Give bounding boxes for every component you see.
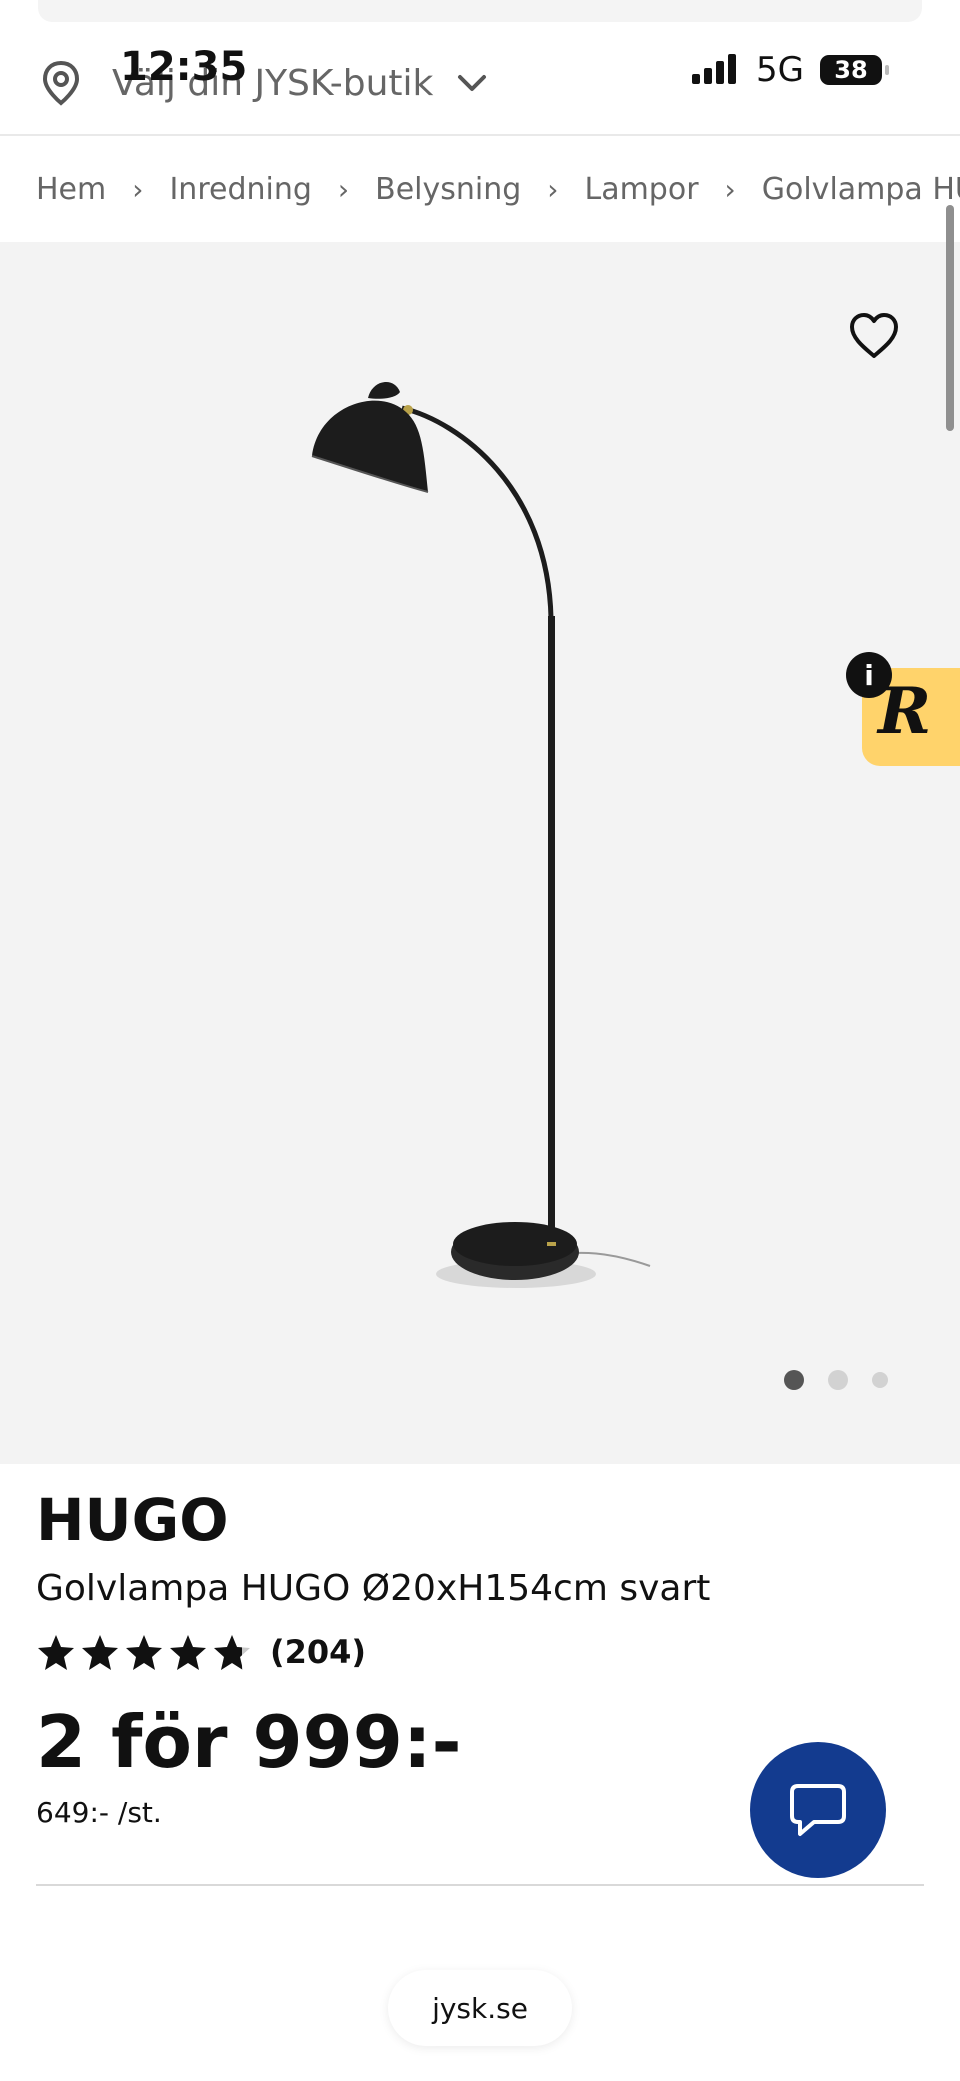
search-bar-edge[interactable] [38,0,922,22]
top-bar: Välj din JYSK-butik 12:35 5G 38 [0,0,960,136]
breadcrumb-belysning[interactable]: Belysning [375,172,521,207]
status-indicators: 5G 38 [690,50,889,90]
signal-icon [692,54,737,84]
breadcrumb-lampor[interactable]: Lampor [584,172,698,207]
breadcrumb-separator-icon: › [724,172,736,206]
gallery-dot[interactable] [872,1372,888,1388]
network-type: 5G [756,50,804,90]
product-image[interactable] [290,376,670,1326]
gallery-pagination [784,1370,888,1390]
info-icon[interactable]: i [846,652,892,698]
scrollbar[interactable] [946,205,954,431]
chat-button[interactable] [750,1742,886,1878]
breadcrumb-inredning[interactable]: Inredning [169,172,311,207]
rating-count: (204) [270,1633,367,1671]
unit-price: 649:- /st. [36,1796,162,1829]
product-name: Golvlampa HUGO Ø20xH154cm svart [36,1568,711,1609]
heart-icon[interactable] [848,312,900,360]
status-time: 12:35 [120,44,248,90]
chevron-down-icon [458,75,487,91]
divider [36,1884,924,1886]
breadcrumb-current[interactable]: Golvlampa HUGO [762,172,960,207]
star-icon [170,1635,206,1670]
gallery-dot-active[interactable] [784,1370,804,1390]
product-price: 2 för 999:- [36,1700,462,1784]
star-icon [214,1635,250,1670]
battery-indicator: 38 [820,55,889,85]
star-icon [82,1635,118,1670]
breadcrumb-separator-icon: › [337,172,350,206]
breadcrumb-separator-icon: › [132,172,144,206]
star-icon [126,1635,162,1670]
location-pin-icon [42,60,80,106]
browser-address-bar[interactable]: jysk.se [388,1970,572,2046]
breadcrumb-home[interactable]: Hem [36,172,106,207]
chat-bubble-icon [790,1784,846,1836]
store-selector[interactable]: Välj din JYSK-butik [40,60,489,106]
product-brand: HUGO [36,1486,229,1554]
rating-row[interactable]: (204) [36,1632,366,1672]
star-rating [36,1632,252,1672]
star-icon [38,1635,74,1670]
breadcrumb: Hem › Inredning › Belysning › Lampor › G… [0,136,960,242]
breadcrumb-separator-icon: › [547,172,559,206]
gallery-dot[interactable] [828,1370,848,1390]
